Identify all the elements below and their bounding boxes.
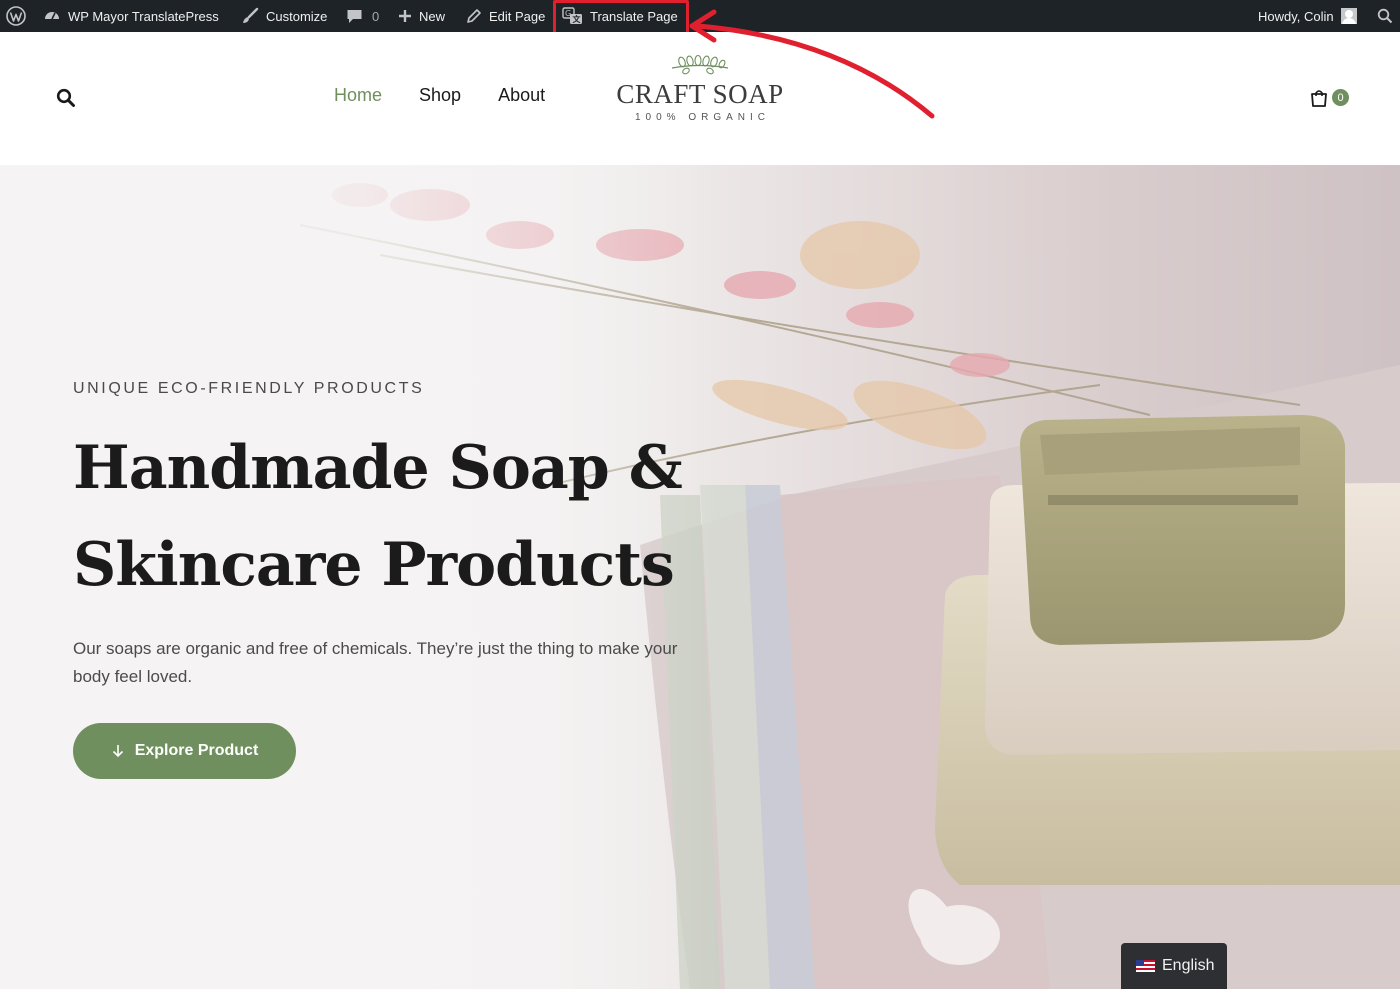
customize-button[interactable]: Customize	[241, 0, 327, 32]
cart-count-badge: 0	[1330, 87, 1351, 108]
user-account-menu[interactable]: Howdy, Colin	[1258, 0, 1357, 32]
new-label: New	[419, 8, 446, 24]
comments-button[interactable]: 0	[346, 0, 379, 32]
pencil-icon	[467, 9, 481, 23]
cart-button[interactable]: 0	[1309, 87, 1351, 108]
new-content-button[interactable]: New	[398, 0, 445, 32]
nav-item-shop[interactable]: Shop	[419, 85, 461, 106]
search-icon[interactable]	[56, 88, 76, 113]
site-name-label: WP Mayor TranslatePress	[68, 8, 219, 24]
avatar	[1340, 8, 1357, 24]
explore-product-button[interactable]: Explore Product	[73, 723, 296, 779]
comment-bubble-icon	[347, 9, 362, 23]
hero-section: UNIQUE ECO-FRIENDLY PRODUCTS Handmade So…	[0, 165, 1400, 989]
main-navigation: Home Shop About	[334, 85, 545, 106]
arrow-down-icon	[112, 745, 123, 758]
hero-headline-line-2: Skincare Products	[73, 530, 675, 600]
hero-description: Our soaps are organic and free of chemic…	[73, 639, 678, 686]
nav-item-home[interactable]: Home	[334, 85, 382, 106]
customize-label: Customize	[266, 8, 328, 24]
language-label: English	[1162, 957, 1215, 974]
comments-count: 0	[372, 8, 380, 24]
admin-search-icon[interactable]	[1377, 0, 1393, 32]
hero-headline-line-1: Handmade Soap &	[73, 433, 683, 503]
edit-page-label: Edit Page	[489, 8, 546, 24]
shopping-bag-icon	[1311, 89, 1327, 107]
dashboard-gauge-icon	[45, 12, 59, 20]
paintbrush-icon	[243, 7, 259, 23]
site-name-menu[interactable]: WP Mayor TranslatePress	[43, 0, 219, 32]
explore-product-label: Explore Product	[134, 742, 259, 759]
nav-item-about[interactable]: About	[498, 85, 545, 106]
hero-headline: Handmade Soap & Skincare Products	[73, 420, 713, 614]
edit-page-button[interactable]: Edit Page	[466, 0, 545, 32]
language-switcher[interactable]: English	[1121, 943, 1227, 989]
annotation-arrow	[689, 9, 935, 119]
wordpress-logo-icon[interactable]	[5, 0, 27, 32]
us-flag-icon	[1136, 960, 1155, 972]
hero-eyebrow: UNIQUE ECO-FRIENDLY PRODUCTS	[73, 380, 425, 397]
howdy-label: Howdy, Colin	[1258, 8, 1334, 24]
plus-icon	[399, 10, 411, 22]
